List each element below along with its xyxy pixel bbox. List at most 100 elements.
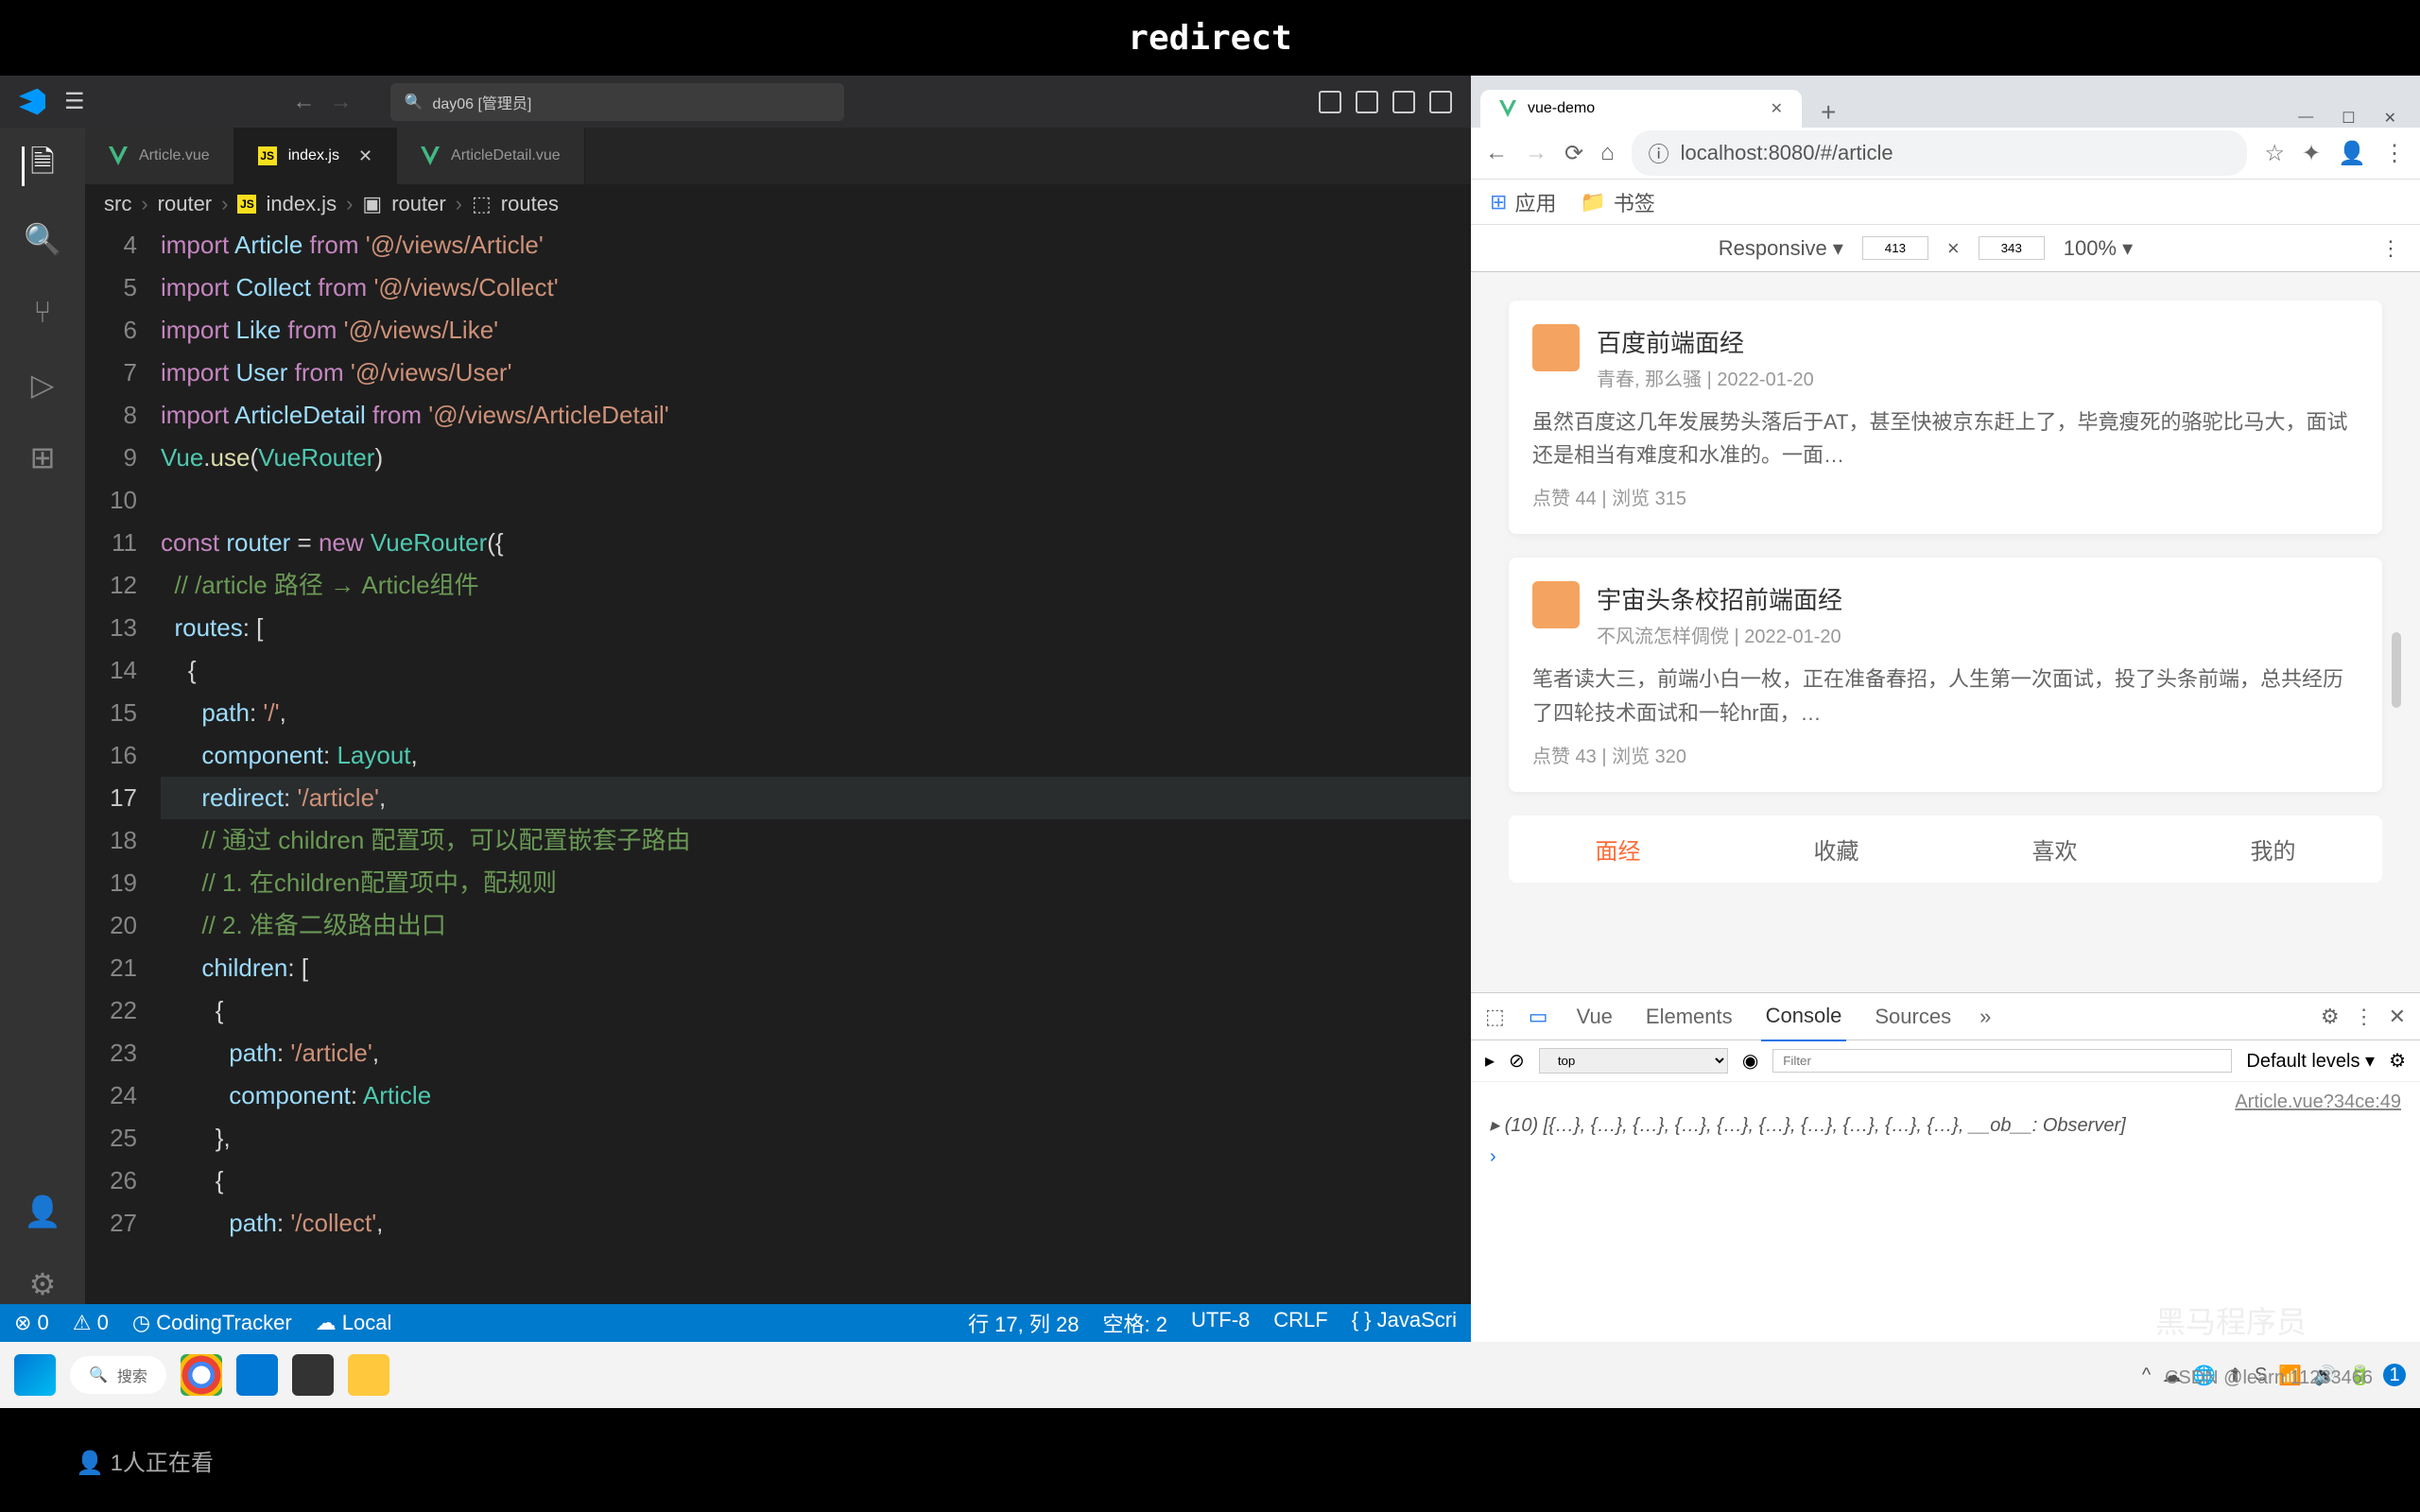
console-prompt[interactable]: ›: [1490, 1146, 2401, 1168]
menu-icon[interactable]: ⋮: [2383, 140, 2406, 167]
settings-icon[interactable]: ⚙: [2389, 1049, 2406, 1073]
url-input[interactable]: ⓘ localhost:8080/#/article: [1632, 130, 2248, 176]
levels-select[interactable]: Default levels ▾: [2246, 1049, 2375, 1073]
source-control-icon[interactable]: ⑂: [23, 292, 62, 332]
local-button[interactable]: ☁ Local: [316, 1311, 392, 1335]
tab-sources[interactable]: Sources: [1870, 993, 1956, 1040]
height-input[interactable]: [1979, 236, 2045, 260]
device-icon[interactable]: ▭: [1529, 1005, 1548, 1029]
article-title: 宇宙头条校招前端面经: [1597, 581, 1842, 616]
crumb: router: [391, 192, 445, 216]
forward-icon[interactable]: →: [330, 89, 353, 115]
coding-tracker[interactable]: ◷ CodingTracker: [132, 1311, 292, 1335]
search-icon[interactable]: 🔍: [23, 219, 62, 259]
extensions-icon[interactable]: ⊞: [23, 438, 62, 477]
crumb: routes: [501, 192, 559, 216]
dim-separator: ×: [1947, 236, 1960, 261]
thumbnail-icon: [1532, 324, 1580, 371]
forward-icon[interactable]: →: [1525, 140, 1547, 166]
zoom-selector[interactable]: 100% ▾: [2064, 236, 2133, 261]
panel-right-icon[interactable]: [1392, 91, 1415, 113]
tab-index-js[interactable]: JS index.js ✕: [234, 128, 397, 184]
article-card[interactable]: 百度前端面经 青春, 那么骚 | 2022-01-20 虽然百度这几年发展势头落…: [1509, 301, 2382, 534]
js-icon: JS: [237, 195, 256, 214]
close-icon[interactable]: ✕: [2384, 109, 2396, 128]
context-select[interactable]: top: [1539, 1048, 1728, 1074]
debug-icon[interactable]: ▷: [23, 365, 62, 404]
encoding[interactable]: UTF-8: [1191, 1308, 1250, 1338]
menu-icon[interactable]: ☰: [64, 88, 85, 115]
tab-elements[interactable]: Elements: [1641, 993, 1737, 1040]
vscode-icon[interactable]: [236, 1354, 278, 1396]
editor-tabs: Article.vue JS index.js ✕ ArticleDetail.…: [85, 128, 1471, 184]
home-icon[interactable]: ⌂: [1600, 140, 1615, 166]
minimize-icon[interactable]: —: [2298, 109, 2313, 128]
warnings-count[interactable]: ⚠ 0: [73, 1311, 109, 1335]
bookmark-folder[interactable]: 📁 书签: [1580, 187, 1654, 217]
close-icon[interactable]: ✕: [1771, 99, 1783, 118]
more-icon[interactable]: ⋮: [2380, 236, 2401, 261]
eol[interactable]: CRLF: [1273, 1308, 1327, 1338]
device-selector[interactable]: Responsive ▾: [1719, 236, 1843, 261]
back-icon[interactable]: ←: [1485, 140, 1508, 166]
clear-icon[interactable]: ⊘: [1509, 1049, 1525, 1073]
reload-icon[interactable]: ⟳: [1564, 140, 1583, 167]
tab-articledetail-vue[interactable]: ArticleDetail.vue: [397, 128, 585, 184]
browser-tab[interactable]: vue-demo ✕: [1480, 90, 1802, 128]
more-tabs-icon[interactable]: »: [1979, 1005, 1991, 1029]
code-editor[interactable]: 4567891011121314151617181920212223242526…: [85, 224, 1471, 1304]
bookmark-bar: ⊞ 应用 📁 书签: [1471, 180, 2420, 225]
profile-icon[interactable]: 👤: [2338, 140, 2366, 167]
explorer-icon[interactable]: [348, 1354, 389, 1396]
taskbar-search[interactable]: 🔍 搜索: [70, 1356, 166, 1394]
source-link[interactable]: Article.vue?34ce:49: [1490, 1091, 2401, 1113]
extensions-icon[interactable]: ✦: [2302, 140, 2321, 167]
article-card[interactable]: 宇宙头条校招前端面经 不风流怎样倜傥 | 2022-01-20 笔者读大三，前端…: [1509, 558, 2382, 791]
maximize-icon[interactable]: ☐: [2342, 109, 2355, 128]
panel-bottom-icon[interactable]: [1356, 91, 1378, 113]
indent[interactable]: 空格: 2: [1102, 1308, 1167, 1338]
tab-console[interactable]: Console: [1761, 992, 1847, 1041]
panel-left-icon[interactable]: [1319, 91, 1341, 113]
cursor-pos[interactable]: 行 17, 列 28: [968, 1308, 1079, 1338]
terminal-icon[interactable]: [292, 1354, 334, 1396]
nav-collect[interactable]: 收藏: [1727, 816, 1945, 883]
new-tab-button[interactable]: +: [1802, 97, 1855, 128]
breadcrumb[interactable]: src› router› JS index.js› ▣ router› ⬚ ro…: [85, 184, 1471, 224]
account-icon[interactable]: 👤: [23, 1192, 62, 1231]
sidebar-icon[interactable]: ▸: [1485, 1049, 1495, 1073]
tab-vue[interactable]: Vue: [1572, 993, 1617, 1040]
inspect-icon[interactable]: ⬚: [1485, 1005, 1505, 1029]
close-icon[interactable]: ✕: [358, 146, 372, 166]
apps-button[interactable]: ⊞ 应用: [1490, 187, 1556, 217]
filter-input[interactable]: [1772, 1049, 2232, 1073]
tab-article-vue[interactable]: Article.vue: [85, 128, 234, 184]
width-input[interactable]: [1862, 236, 1928, 260]
code-content[interactable]: import Article from '@/views/Article' im…: [161, 224, 1471, 1304]
start-button[interactable]: [14, 1354, 56, 1396]
layout-grid-icon[interactable]: [1429, 91, 1452, 113]
star-icon[interactable]: ☆: [2264, 140, 2285, 167]
eye-icon[interactable]: ◉: [1742, 1049, 1758, 1073]
cube-icon: ▣: [362, 192, 382, 216]
viewport: 百度前端面经 青春, 那么骚 | 2022-01-20 虽然百度这几年发展势头落…: [1471, 272, 2420, 992]
browser-window: vue-demo ✕ + — ☐ ✕ ← → ⟳ ⌂ ⓘ localhost:8…: [1471, 76, 2420, 1342]
settings-icon[interactable]: ⚙: [23, 1264, 62, 1304]
language[interactable]: { } JavaScri: [1352, 1308, 1457, 1338]
vscode-logo-icon: [19, 89, 45, 115]
chrome-icon[interactable]: [181, 1354, 222, 1396]
nav-mianjing[interactable]: 面经: [1509, 816, 1727, 883]
nav-like[interactable]: 喜欢: [1945, 816, 2164, 883]
close-icon[interactable]: ✕: [2389, 1005, 2406, 1029]
chevron-up-icon[interactable]: ^: [2142, 1365, 2151, 1386]
settings-icon[interactable]: ⚙: [2321, 1005, 2340, 1029]
crumb: router: [158, 192, 212, 216]
command-search[interactable]: 🔍 day06 [管理员]: [390, 83, 844, 121]
explorer-icon[interactable]: 🗎: [22, 146, 61, 186]
notification-badge[interactable]: 1: [2383, 1364, 2406, 1386]
errors-count[interactable]: ⊗ 0: [14, 1311, 49, 1335]
resize-handle[interactable]: [2392, 632, 2401, 708]
more-icon[interactable]: ⋮: [2354, 1005, 2375, 1029]
back-icon[interactable]: ←: [293, 89, 316, 115]
nav-mine[interactable]: 我的: [2164, 816, 2382, 883]
